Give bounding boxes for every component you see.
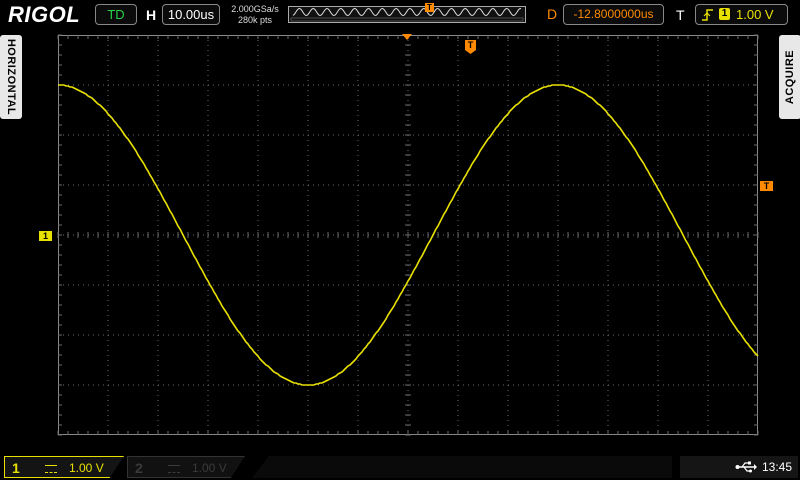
trigger-level-value: 1.00 V [736, 7, 774, 22]
timebase-value[interactable]: 10.00us [162, 4, 220, 25]
clock: 13:45 [762, 460, 793, 474]
horizontal-label: H [146, 7, 157, 23]
memory-waveform-preview [290, 7, 524, 22]
trigger-settings[interactable]: 1 1.00 V [695, 4, 788, 25]
memory-trigger-marker: T [425, 3, 434, 12]
run-mode-indicator[interactable]: TD [95, 4, 137, 25]
trigger-label: T [676, 7, 685, 23]
memory-overview[interactable]: T [288, 3, 526, 23]
acquire-tab-label: ACQUIRE [784, 49, 796, 105]
acquire-menu-tab[interactable]: ACQUIRE [779, 35, 800, 119]
waveform-display[interactable]: T [57, 34, 759, 436]
horizontal-menu-tab[interactable]: HORIZONTAL [0, 35, 22, 119]
bottom-bar-spacer [252, 456, 672, 478]
delay-label: D [547, 6, 558, 22]
trigger-source-badge: 1 [719, 8, 730, 20]
acquisition-info: 2.000GSa/s 280k pts [228, 4, 282, 26]
ch2-number: 2 [135, 460, 143, 476]
horizontal-tab-label: HORIZONTAL [5, 38, 17, 116]
trigger-position-marker[interactable]: T [465, 40, 476, 54]
rising-edge-icon [702, 9, 713, 21]
trigger-level-marker[interactable]: T [760, 181, 773, 191]
bottom-status-bar: 1 1.00 V 2 1.00 V 13:45 [0, 452, 800, 480]
dc-coupling-icon [168, 465, 180, 473]
ch1-number: 1 [12, 460, 20, 476]
delay-value[interactable]: -12.8000000us [563, 4, 664, 25]
ch1-waveform-trace [58, 84, 759, 386]
memory-depth: 280k pts [237, 15, 273, 25]
top-status-bar: RIGOL TD H 10.00us 2.000GSa/s 280k pts T… [0, 0, 800, 31]
dc-coupling-icon [45, 465, 57, 473]
ch2-status[interactable]: 2 1.00 V [127, 456, 245, 478]
brand-logo: RIGOL [8, 2, 81, 27]
trigger-time-arrow [402, 34, 412, 40]
usb-icon [735, 461, 757, 473]
sample-rate: 2.000GSa/s [231, 4, 279, 14]
ch1-scale: 1.00 V [69, 461, 104, 475]
memory-trigger-glyph: T [427, 3, 432, 12]
trigger-position-glyph: T [467, 40, 474, 50]
ch2-scale: 1.00 V [192, 461, 227, 475]
ch1-status[interactable]: 1 1.00 V [4, 456, 124, 478]
waveform-area [58, 84, 759, 386]
ch1-offset-marker[interactable]: 1 [39, 231, 52, 241]
